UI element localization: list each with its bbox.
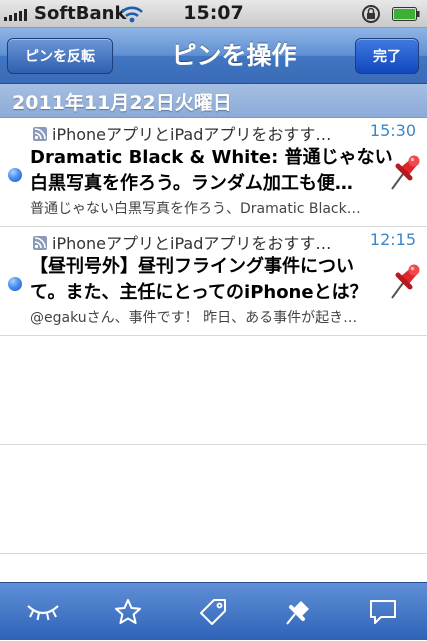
- pin-icon[interactable]: [388, 152, 422, 192]
- article-summary: 普通じゃない白黒写真を作ろう、Dramatic Black…: [30, 201, 361, 217]
- article-summary: @egakuさん、事件です！ 昨日、ある事件が起き…: [30, 310, 358, 326]
- empty-row: [0, 445, 427, 554]
- tag-button[interactable]: [170, 583, 255, 641]
- comment-icon: [369, 600, 396, 624]
- article-time: 12:15: [369, 230, 416, 249]
- page-title: ピンを操作: [171, 41, 297, 70]
- rss-feed-icon: [33, 236, 47, 250]
- star-icon: [114, 599, 141, 624]
- navigation-bar: ピンを反転 ピンを操作 完了: [0, 28, 427, 84]
- article-row[interactable]: iPhoneアプリとiPadアプリをおすす… 15:30 Dramatic Bl…: [0, 118, 427, 227]
- battery-icon: [392, 7, 420, 21]
- unread-indicator: [8, 168, 22, 182]
- article-source: iPhoneアプリとiPadアプリをおすす…: [52, 125, 332, 144]
- done-button[interactable]: 完了: [355, 38, 419, 74]
- article-title: Dramatic Black & White: 普通じゃない 白黒写真を作ろう。…: [30, 145, 392, 197]
- rotation-lock-icon: [362, 5, 380, 23]
- article-time: 15:30: [369, 121, 416, 140]
- mark-read-button[interactable]: [0, 583, 85, 641]
- article-list: iPhoneアプリとiPadアプリをおすす… 15:30 Dramatic Bl…: [0, 118, 427, 554]
- star-button[interactable]: [85, 583, 170, 641]
- pin-toolbar-button[interactable]: [255, 583, 340, 641]
- article-row[interactable]: iPhoneアプリとiPadアプリをおすす… 12:15 【昼刊号外】昼刊フライ…: [0, 227, 427, 336]
- article-source: iPhoneアプリとiPadアプリをおすす…: [52, 234, 332, 253]
- pin-icon[interactable]: [388, 261, 422, 301]
- unread-indicator: [8, 277, 22, 291]
- comment-button[interactable]: [340, 583, 425, 641]
- wifi-icon: [121, 6, 143, 23]
- tag-icon: [199, 599, 226, 625]
- status-bar: SoftBank 15:07: [0, 0, 427, 28]
- article-title: 【昼刊号外】昼刊フライング事件につい て。また、主任にとってのiPhoneとは？: [30, 254, 392, 306]
- article-title-line: Dramatic Black & White: 普通じゃない: [30, 147, 392, 168]
- date-section-header: 2011年11月22日火曜日: [0, 84, 427, 118]
- eye-closed-icon: [26, 605, 59, 621]
- empty-row: [0, 336, 427, 445]
- rss-feed-icon: [33, 127, 47, 141]
- pin-icon: [285, 601, 309, 625]
- date-label: 2011年11月22日火曜日: [12, 92, 232, 114]
- article-title-line: 【昼刊号外】昼刊フライング事件につい: [30, 256, 354, 277]
- invert-pins-button[interactable]: ピンを反転: [7, 38, 113, 74]
- article-title-line: て。また、主任にとってのiPhoneとは？: [30, 282, 368, 303]
- signal-strength-icon: [4, 7, 27, 21]
- article-title-line: 白黒写真を作ろう。ランダム加工も便…: [30, 173, 353, 194]
- carrier-label: SoftBank: [34, 3, 127, 24]
- toolbar: [0, 582, 427, 640]
